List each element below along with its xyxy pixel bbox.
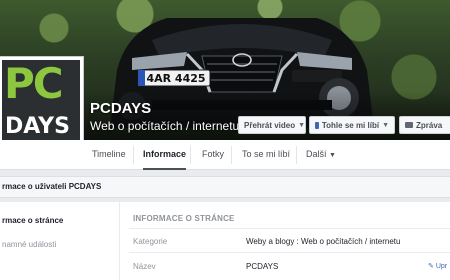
tab-likes[interactable]: To se mi líbí (242, 140, 290, 170)
tab-divider (231, 146, 232, 164)
tab-divider (296, 146, 297, 164)
sidebar-item-events[interactable]: namné události (2, 240, 56, 249)
page-category: Web o počítačích / internetu (90, 119, 240, 133)
message-icon (405, 122, 413, 128)
pcdays-logo: PC DAYS (2, 60, 80, 150)
tab-timeline[interactable]: Timeline (92, 140, 126, 170)
message-label: Zpráva (416, 120, 443, 130)
about-header: rmace o uživateli PCDAYS (0, 176, 450, 198)
like-label: Tohle se mi líbí (321, 120, 380, 130)
page-name[interactable]: PCDAYS (90, 100, 151, 117)
logo-days: DAYS (5, 114, 70, 139)
name-label: Název (133, 262, 156, 271)
chevron-down-icon: ▼ (298, 121, 306, 129)
like-button[interactable]: Tohle se mi líbí ▼ (309, 116, 395, 134)
row-divider (129, 228, 450, 229)
tab-more-label: Další (306, 149, 327, 159)
about-divider (119, 202, 120, 280)
thumbs-up-icon (315, 121, 319, 129)
category-label: Kategorie (133, 237, 168, 246)
tab-fotky[interactable]: Fotky (202, 140, 224, 170)
play-video-label: Přehrát video (244, 120, 296, 130)
tab-informace[interactable]: Informace (143, 140, 187, 170)
chevron-down-icon: ▼ (382, 121, 389, 129)
name-value: PCDAYS (246, 262, 279, 271)
edit-link-label: Upr (435, 263, 448, 270)
play-video-button[interactable]: Přehrát video ▼ (238, 116, 306, 134)
tab-more[interactable]: Další ▼ (306, 140, 336, 170)
license-plate-text: 4AR 4425 (146, 72, 205, 85)
logo-pc: PC (4, 60, 64, 108)
row-divider (129, 252, 450, 253)
facebook-page: 4AR 4425 PC DAYS PCDAYS Web o počítačích… (0, 0, 450, 280)
tab-divider (190, 146, 191, 164)
edit-link[interactable]: ✎ Upr (428, 262, 447, 270)
section-title: INFORMACE O STRÁNCE (133, 214, 235, 223)
category-value: Weby a blogy : Web o počítačích / intern… (246, 237, 401, 246)
message-button[interactable]: Zpráva (399, 116, 450, 134)
tab-divider (133, 146, 134, 164)
page-tabs: Timeline Informace Fotky To se mi líbí D… (0, 140, 450, 170)
sidebar-item-page-info[interactable]: rmace o stránce (2, 216, 63, 225)
chevron-down-icon: ▼ (329, 152, 336, 159)
